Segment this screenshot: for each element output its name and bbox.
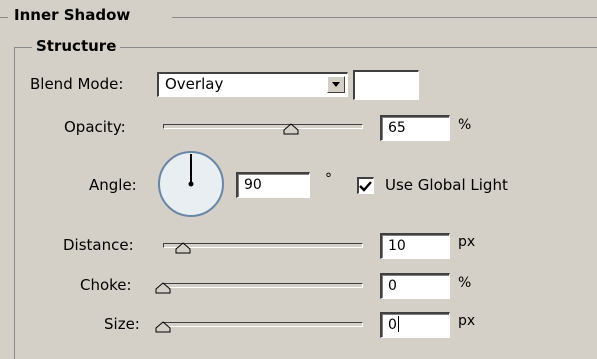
opacity-label: Opacity:: [64, 118, 126, 136]
choke-label: Choke:: [80, 276, 132, 294]
section-divider-right: [172, 17, 597, 18]
size-slider-thumb[interactable]: [155, 319, 171, 333]
section-divider-left: [0, 17, 8, 18]
distance-label: Distance:: [63, 236, 134, 254]
distance-slider-track[interactable]: [163, 243, 363, 248]
size-label: Size:: [104, 315, 140, 333]
size-unit: px: [458, 313, 476, 329]
size-input[interactable]: 0: [380, 312, 450, 338]
opacity-slider-thumb[interactable]: [283, 121, 299, 135]
angle-dial-icon[interactable]: [157, 150, 225, 218]
structure-group-title: Structure: [32, 37, 121, 55]
angle-input[interactable]: 90: [236, 172, 310, 198]
choke-unit: %: [458, 275, 472, 291]
section-title: Inner Shadow: [10, 6, 135, 24]
distance-unit: px: [458, 234, 476, 250]
choke-input[interactable]: 0: [380, 273, 450, 299]
checkmark-icon: [359, 181, 372, 192]
distance-slider-thumb[interactable]: [175, 240, 191, 254]
blend-mode-label: Blend Mode:: [30, 75, 124, 93]
distance-input[interactable]: 10: [380, 233, 450, 259]
text-caret: [397, 316, 399, 332]
use-global-light-label[interactable]: Use Global Light: [385, 176, 508, 194]
chevron-down-icon[interactable]: [327, 76, 345, 93]
angle-label: Angle:: [89, 176, 137, 194]
size-slider-track[interactable]: [163, 322, 363, 327]
choke-slider-track[interactable]: [163, 283, 363, 288]
opacity-slider-track[interactable]: [163, 124, 363, 129]
angle-unit: °: [325, 171, 332, 187]
opacity-input[interactable]: 65: [380, 115, 450, 141]
blend-mode-value: Overlay: [165, 75, 224, 93]
shadow-color-swatch[interactable]: [353, 70, 419, 100]
blend-mode-select[interactable]: Overlay: [157, 72, 348, 97]
choke-slider-thumb[interactable]: [155, 280, 171, 294]
opacity-unit: %: [458, 117, 472, 133]
use-global-light-checkbox[interactable]: [357, 177, 374, 194]
size-value: 0: [388, 317, 397, 333]
